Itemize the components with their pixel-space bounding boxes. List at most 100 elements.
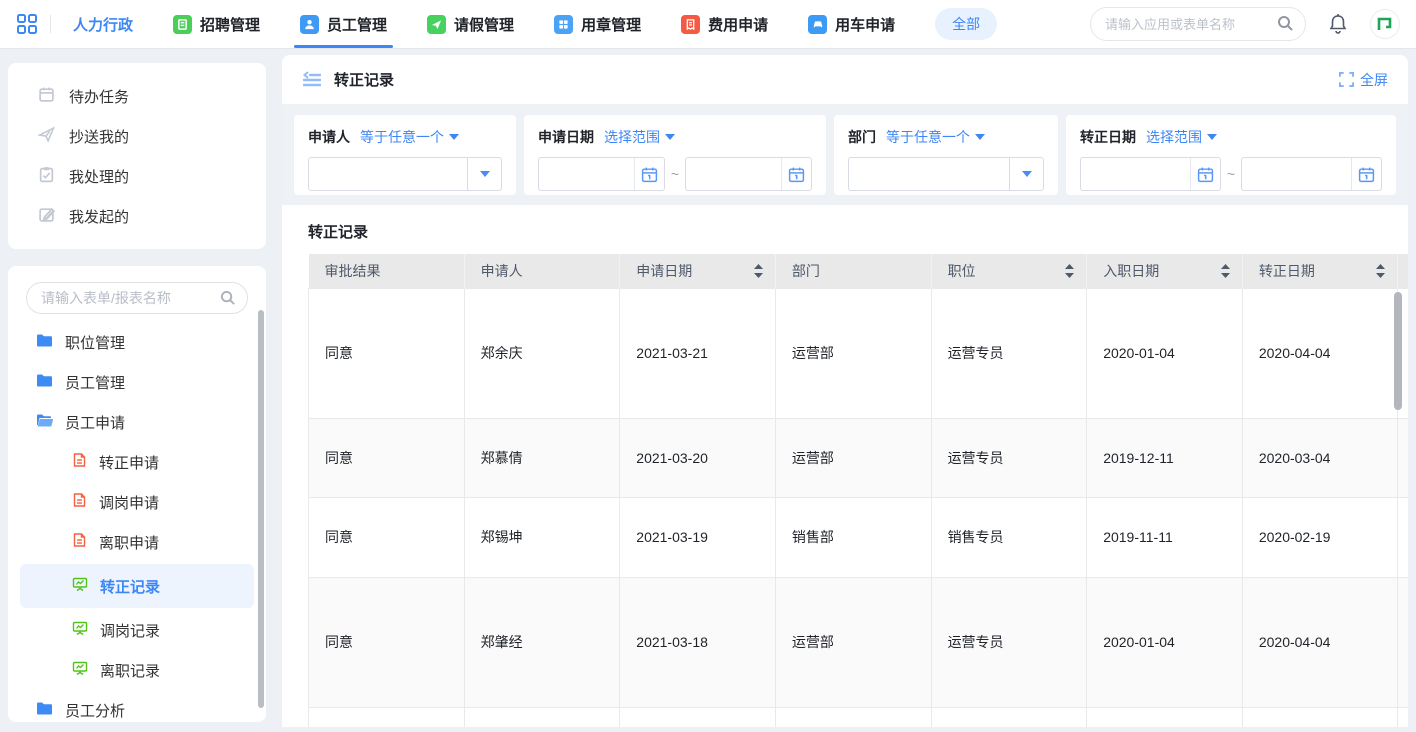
sidebar-scrollbar[interactable] [258,310,264,708]
nav-app-员工管理[interactable]: 员工管理 [300,0,387,48]
filter-date-start[interactable] [1080,157,1221,191]
filter-condition-dropdown[interactable]: 等于任意一个 [886,127,985,147]
calendar-icon[interactable] [781,158,811,190]
select-arrow[interactable] [1009,158,1043,190]
sidebar-item-抄送我的[interactable]: 抄送我的 [8,116,266,156]
filter-condition-label: 选择范围 [1146,127,1202,147]
folder-icon [36,373,53,392]
send-icon [38,126,55,147]
table-cell: 2020-03-04 [1242,418,1398,497]
calendar-icon[interactable] [1190,158,1220,190]
nav-app-label: 请假管理 [454,14,514,35]
table-row: 同意郑洪业2021-03-17运营部运营专员2019-12-112020-03-… [309,707,1409,727]
table-cell: 2019-12-11 [1087,707,1243,727]
filter-field-name: 申请日期 [538,127,594,147]
report-icon [72,620,88,640]
expense-icon [681,15,700,34]
column-label: 入职日期 [1103,263,1159,279]
task-shortcuts-card: 待办任务抄送我的我处理的我发起的 [8,63,266,249]
nav-app-用章管理[interactable]: 用章管理 [554,0,641,48]
filter-control [848,157,1044,191]
tree-item-调岗申请[interactable]: 调岗申请 [8,482,266,522]
table-cell: 运营专员 [931,707,1087,727]
table-cell: 运营部 [775,288,931,418]
sort-icon[interactable] [754,264,763,281]
tree-item-离职记录[interactable]: 离职记录 [8,650,266,690]
calendar-icon[interactable] [634,158,664,190]
table-scrollbar[interactable] [1394,292,1402,410]
tree-item-调岗记录[interactable]: 调岗记录 [8,610,266,650]
column-header-转正日期[interactable]: 转正日期 [1242,254,1398,288]
sidebar-item-待办任务[interactable]: 待办任务 [8,76,266,116]
fullscreen-label: 全屏 [1360,70,1388,90]
folder-icon [36,333,53,352]
tree-item-员工分析[interactable]: 员工分析 [8,690,266,722]
bell-icon[interactable] [1328,13,1348,35]
sort-icon[interactable] [1065,264,1074,281]
tree-item-label: 离职记录 [100,660,160,681]
filter-condition-dropdown[interactable]: 选择范围 [604,127,675,147]
table-cell-note: 通过助用成长 [1398,707,1408,727]
apps-grid-icon[interactable] [16,13,38,35]
column-header-入职日期[interactable]: 入职日期 [1087,254,1243,288]
nav-app-招聘管理[interactable]: 招聘管理 [173,0,260,48]
form-icon [72,452,87,472]
tree-item-label: 员工管理 [65,372,125,393]
table-cell: 同意 [309,288,465,418]
filter-condition-dropdown[interactable]: 选择范围 [1146,127,1217,147]
filter-date-end[interactable] [1241,157,1382,191]
nav-app-请假管理[interactable]: 请假管理 [427,0,514,48]
collapse-menu-icon[interactable] [302,71,322,89]
tree-item-label: 员工分析 [65,700,125,721]
column-header-审批结果: 审批结果 [309,254,465,288]
top-search-input[interactable] [1090,7,1306,41]
fullscreen-button[interactable]: 全屏 [1339,70,1388,90]
sort-icon[interactable] [1376,264,1385,281]
tree-item-员工申请[interactable]: 员工申请 [8,402,266,442]
calendar-icon[interactable] [1351,158,1381,190]
table-cell: 郑洪业 [464,707,620,727]
column-header-申请日期[interactable]: 申请日期 [620,254,776,288]
table-cell: 运营专员 [931,577,1087,707]
tree-item-职位管理[interactable]: 职位管理 [8,322,266,362]
filter-select[interactable] [308,157,502,191]
all-apps-button[interactable]: 全部 [935,8,997,40]
tree-item-员工管理[interactable]: 员工管理 [8,362,266,402]
nav-app-费用申请[interactable]: 费用申请 [681,0,768,48]
filter-date-end[interactable] [685,157,812,191]
sort-icon[interactable] [1221,264,1230,281]
tree-item-label: 调岗记录 [100,620,160,641]
tree-item-label: 转正申请 [99,452,159,473]
tree-item-转正记录[interactable]: 转正记录 [20,564,254,608]
nav-app-label: 招聘管理 [200,14,260,35]
tree-item-转正申请[interactable]: 转正申请 [8,442,266,482]
table-cell: 同意 [309,577,465,707]
filter-转正日期: 转正日期选择范围~ [1066,115,1396,195]
filter-部门: 部门等于任意一个 [834,115,1058,195]
report-icon [72,576,88,596]
table-cell: 销售专员 [931,497,1087,577]
table-cell: 2021-03-19 [620,497,776,577]
tree-item-离职申请[interactable]: 离职申请 [8,522,266,562]
table-cell: 运营部 [775,707,931,727]
column-header-职位[interactable]: 职位 [931,254,1087,288]
table-cell: 同意 [309,418,465,497]
column-label: 审批结果 [325,263,381,279]
company-logo[interactable] [1370,9,1400,39]
tree-item-label: 转正记录 [100,576,160,597]
nav-app-label: 用章管理 [581,14,641,35]
nav-app-用车申请[interactable]: 用车申请 [808,0,895,48]
nav-app-人力行政[interactable]: 人力行政 [73,0,133,48]
form-icon [72,532,87,552]
table-cell: 郑肇经 [464,577,620,707]
tree-item-label: 员工申请 [65,412,125,433]
filter-select[interactable] [848,157,1044,191]
search-icon [220,290,236,309]
filter-date-start[interactable] [538,157,665,191]
select-arrow[interactable] [467,158,501,190]
sidebar-item-我发起的[interactable]: 我发起的 [8,196,266,236]
sidebar-item-我处理的[interactable]: 我处理的 [8,156,266,196]
tree-search-input[interactable] [26,282,248,314]
column-label: 职位 [948,263,976,279]
filter-condition-dropdown[interactable]: 等于任意一个 [360,127,459,147]
